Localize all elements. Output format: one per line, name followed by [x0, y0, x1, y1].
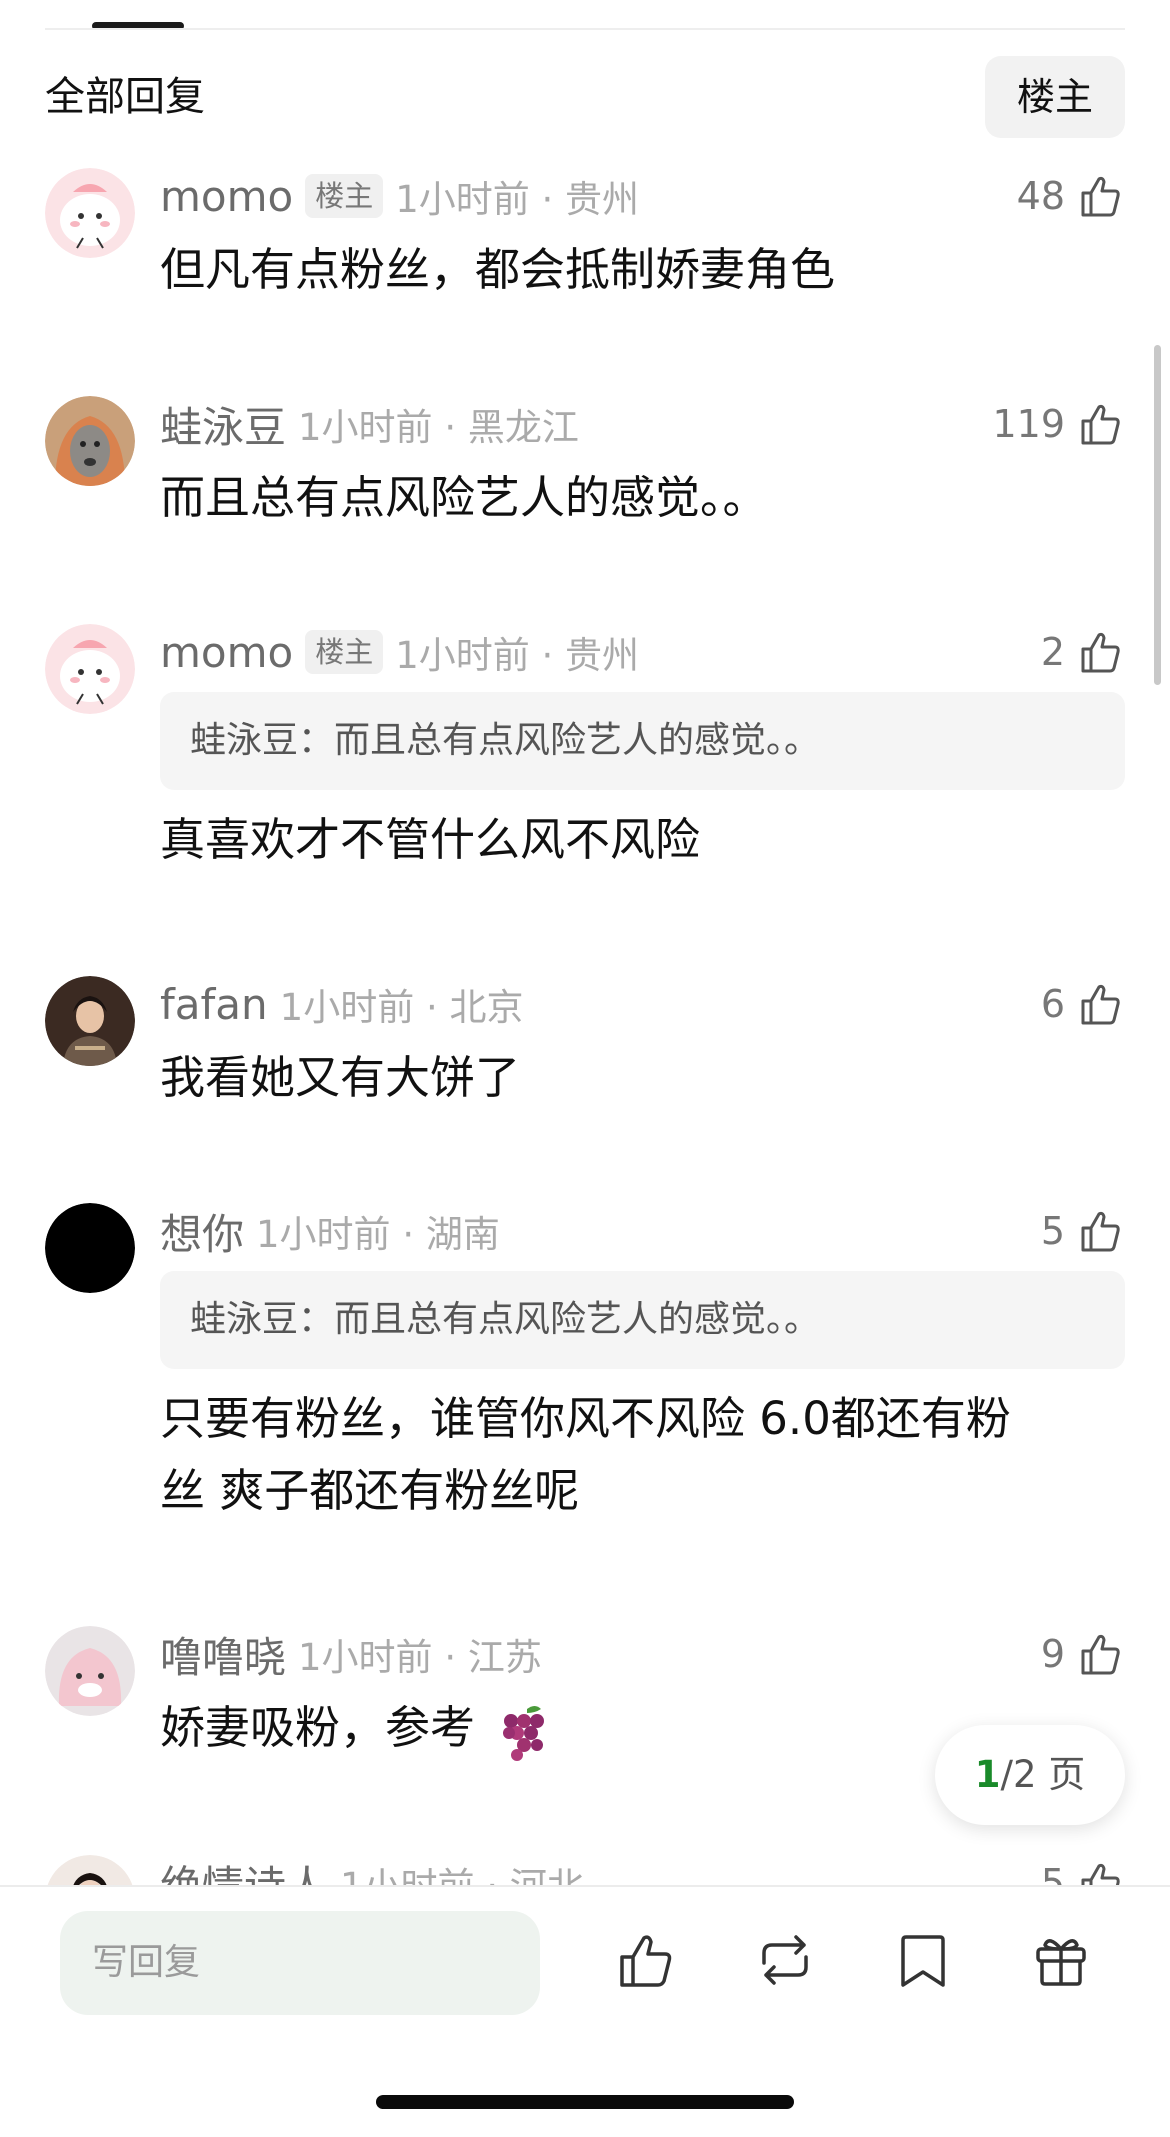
current-page: 1	[974, 1753, 1001, 1796]
comment-text-line: 只要有粉丝，谁管你风不风险 6.0都还有粉	[160, 1392, 1011, 1445]
comment-time-location: 1小时前 · 北京	[279, 986, 524, 1029]
comment-meta: 噜噜晓 1小时前 · 江苏	[160, 1626, 1125, 1682]
comment-body: momo 楼主 1小时前 · 贵州 2 蛙泳豆：而且总有点风险艺人的感觉。。 真…	[160, 624, 1125, 876]
comment-body: fafan 1小时前 · 北京 6 我看她又有大饼了	[160, 976, 1125, 1114]
thumb-up-icon	[1081, 1211, 1120, 1252]
comment-time-location: 1小时前 · 黑龙江	[298, 406, 579, 449]
like-button[interactable]: 6	[1041, 976, 1125, 1032]
page-indicator-button[interactable]: 1/2 页	[935, 1725, 1125, 1825]
like-count: 119	[992, 402, 1065, 446]
like-count: 48	[1016, 174, 1065, 218]
thumb-up-icon	[1081, 1634, 1120, 1675]
comment-body: 蛙泳豆 1小时前 · 黑龙江 119 而且总有点风险艺人的感觉。。	[160, 396, 1125, 534]
like-count: 9	[1040, 1632, 1065, 1676]
black-circle-avatar[interactable]	[45, 1203, 135, 1293]
comment-time-location: 1小时前 · 湖南	[256, 1213, 500, 1256]
thumb-up-icon	[1081, 984, 1120, 1025]
quoted-reply[interactable]: 蛙泳豆：而且总有点风险艺人的感觉。。	[160, 1271, 1125, 1369]
comment-text: 真喜欢才不管什么风不风险	[160, 813, 701, 866]
section-title: 全部回复	[45, 74, 205, 120]
comment-meta: fafan 1小时前 · 北京	[160, 976, 1125, 1032]
woman-photo-avatar[interactable]	[45, 976, 135, 1066]
comment-text-line: 丝 爽子都还有粉丝呢	[160, 1464, 580, 1517]
thumb-up-icon[interactable]	[612, 1927, 678, 1993]
gift-icon[interactable]	[1028, 1927, 1094, 1993]
bookmark-icon[interactable]	[890, 1927, 956, 1993]
comment-text: 我看她又有大饼了	[160, 1051, 521, 1104]
app-root: momo 楼主 1小时前 · 贵州 48 但凡有点粉丝，都会抵制娇妻角色 蛙泳豆…	[0, 0, 1170, 2137]
like-count: 2	[1040, 630, 1065, 674]
pink-fish-avatar[interactable]	[45, 168, 135, 258]
comment-text-content: 娇妻吸粉，参考	[160, 1701, 476, 1754]
op-badge: 楼主	[305, 174, 384, 218]
like-count: 6	[1040, 982, 1065, 1026]
like-button[interactable]: 9	[1041, 1626, 1125, 1682]
comment-time-location: 1小时前 · 贵州	[395, 634, 640, 677]
like-button[interactable]: 2	[1041, 624, 1125, 680]
scrollbar[interactable]	[1154, 345, 1161, 685]
like-button[interactable]: 119	[992, 396, 1125, 452]
repost-icon[interactable]	[752, 1927, 818, 1993]
comment-text: 只要有粉丝，谁管你风不风险 6.0都还有粉 丝 爽子都还有粉丝呢	[160, 1383, 1125, 1527]
like-count: 5	[1040, 1209, 1065, 1253]
home-indicator[interactable]	[376, 2095, 794, 2109]
thumb-up-icon	[1081, 632, 1120, 673]
total-pages: /2 页	[1000, 1753, 1086, 1796]
op-only-filter-button[interactable]: 楼主	[985, 56, 1125, 138]
comment-text: 而且总有点风险艺人的感觉。。	[160, 471, 768, 524]
comment-time-location: 1小时前 · 江苏	[298, 1636, 542, 1679]
grapes-emoji	[503, 1706, 545, 1761]
reply-input[interactable]: 写回复	[60, 1911, 540, 2015]
comment-text: 但凡有点粉丝，都会抵制娇妻角色	[160, 243, 836, 296]
comment-list: momo 楼主 1小时前 · 贵州 48 但凡有点粉丝，都会抵制娇妻角色 蛙泳豆…	[0, 0, 1170, 1890]
comment-body: momo 楼主 1小时前 · 贵州 48 但凡有点粉丝，都会抵制娇妻角色	[160, 168, 1125, 306]
comment-meta: momo 楼主 1小时前 · 贵州	[160, 624, 1125, 680]
like-button[interactable]: 48	[1017, 168, 1125, 224]
comment-time-location: 1小时前 · 贵州	[395, 178, 640, 221]
comment-username[interactable]: 噜噜晓	[160, 1624, 286, 1685]
op-badge: 楼主	[305, 630, 384, 674]
pink-fish-avatar[interactable]	[45, 624, 135, 714]
comment-meta: 蛙泳豆 1小时前 · 黑龙江	[160, 396, 1125, 452]
comment-username[interactable]: 想你	[160, 1201, 244, 1262]
thumb-up-icon	[1081, 404, 1120, 445]
comment-meta: momo 楼主 1小时前 · 贵州	[160, 168, 1125, 224]
comment-username[interactable]: momo	[160, 628, 293, 677]
dog-hood-avatar[interactable]	[45, 396, 135, 486]
comment-username[interactable]: momo	[160, 172, 293, 221]
like-button[interactable]: 5	[1041, 1203, 1125, 1259]
header-divider	[45, 28, 1125, 30]
comment-username[interactable]: fafan	[160, 980, 268, 1029]
pink-blob-avatar[interactable]	[45, 1626, 135, 1716]
comment-body: 想你 1小时前 · 湖南 5 蛙泳豆：而且总有点风险艺人的感觉。。 只要有粉丝，…	[160, 1203, 1125, 1527]
thumb-up-icon	[1081, 176, 1120, 217]
quoted-reply[interactable]: 蛙泳豆：而且总有点风险艺人的感觉。。	[160, 692, 1125, 790]
comment-meta: 想你 1小时前 · 湖南	[160, 1203, 1125, 1259]
comment-username[interactable]: 蛙泳豆	[160, 394, 286, 455]
